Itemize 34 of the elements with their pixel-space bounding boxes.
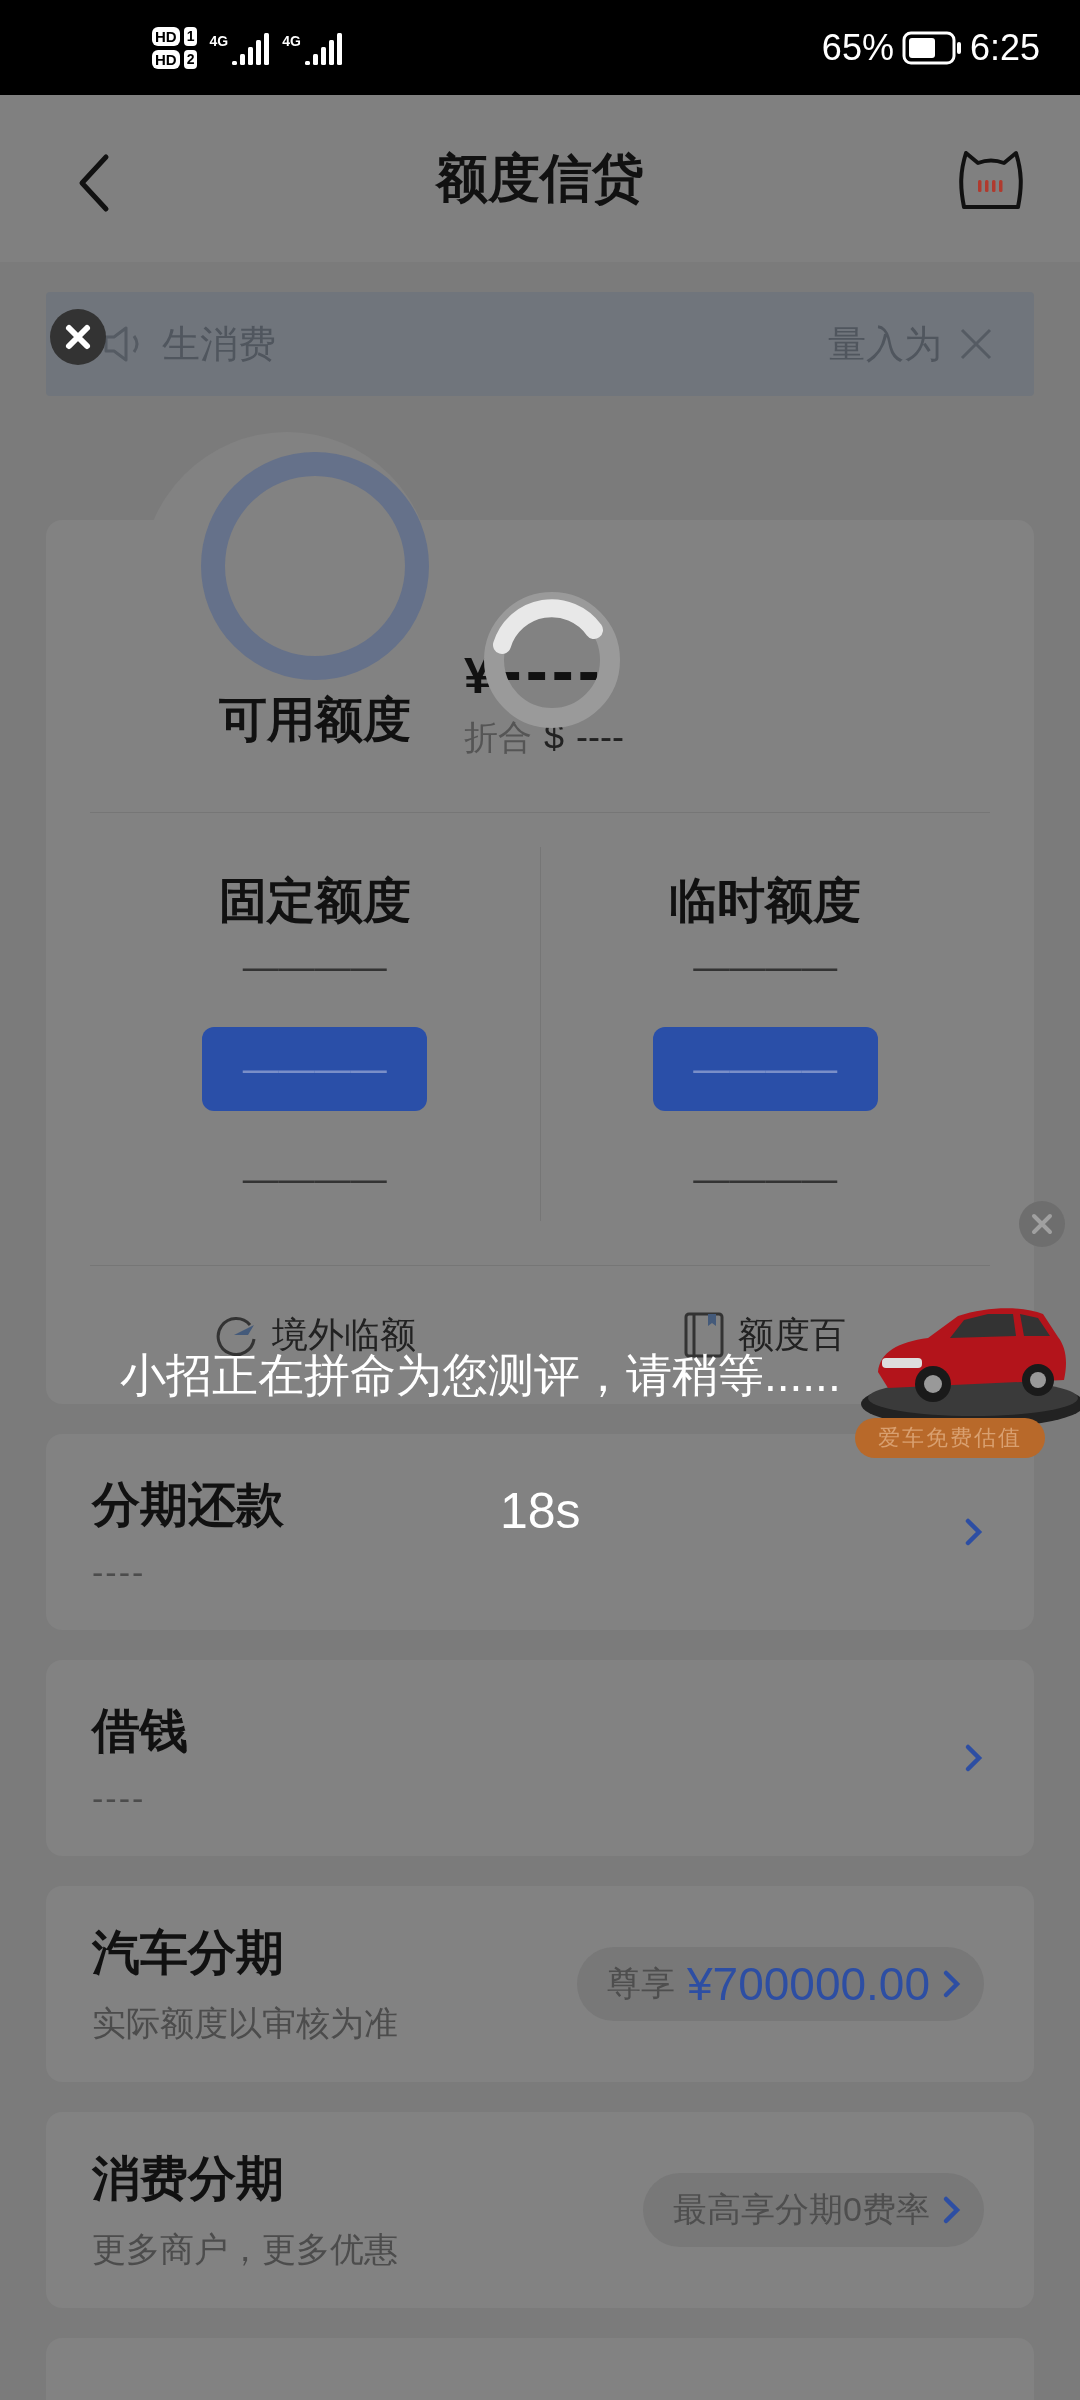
- clock: 6:25: [969, 26, 1040, 69]
- countdown-text: 18s: [500, 1482, 581, 1540]
- quota-button[interactable]: ————: [652, 1027, 878, 1111]
- quota-title: 临时额度: [669, 873, 862, 929]
- sim-label: HD: [152, 49, 180, 69]
- page-title: 额度信贷: [436, 147, 644, 209]
- chevron-right-icon[interactable]: [964, 1517, 984, 1547]
- quota-button[interactable]: ————: [202, 1027, 428, 1111]
- quota-value: ————: [693, 947, 838, 987]
- service-subtitle: ----: [92, 1552, 146, 1592]
- sim-slot: 1: [183, 26, 198, 46]
- service-title: 汽车分期: [92, 1925, 284, 1981]
- ring-chart-icon: [201, 452, 429, 680]
- available-credit-label: 可用额度: [219, 692, 411, 748]
- network-label: 4G: [282, 32, 301, 49]
- chevron-right-icon: [942, 2195, 962, 2225]
- service-card[interactable]: 借钱 ----: [46, 1660, 1034, 1856]
- service-subtitle: ----: [92, 1778, 146, 1818]
- quota-value: ————: [242, 947, 387, 987]
- service-title: 消费分期: [92, 2151, 284, 2207]
- service-title: 分期还款: [92, 1476, 284, 1533]
- sim-label: HD: [152, 26, 180, 46]
- converted-amount: ----: [576, 716, 624, 758]
- sim-slot: 2: [183, 49, 198, 69]
- network-label: 4G: [209, 32, 229, 49]
- chevron-right-icon[interactable]: [964, 1743, 984, 1773]
- battery-icon: [901, 30, 962, 65]
- chevron-right-icon: [942, 1969, 962, 1999]
- quota-note: ————: [242, 1159, 387, 1199]
- battery-percent: 65%: [821, 26, 894, 69]
- quota-note: ————: [693, 1159, 838, 1199]
- service-title: 借钱: [92, 1702, 188, 1759]
- signal-icon: [304, 30, 345, 65]
- quota-title: 固定额度: [218, 873, 411, 929]
